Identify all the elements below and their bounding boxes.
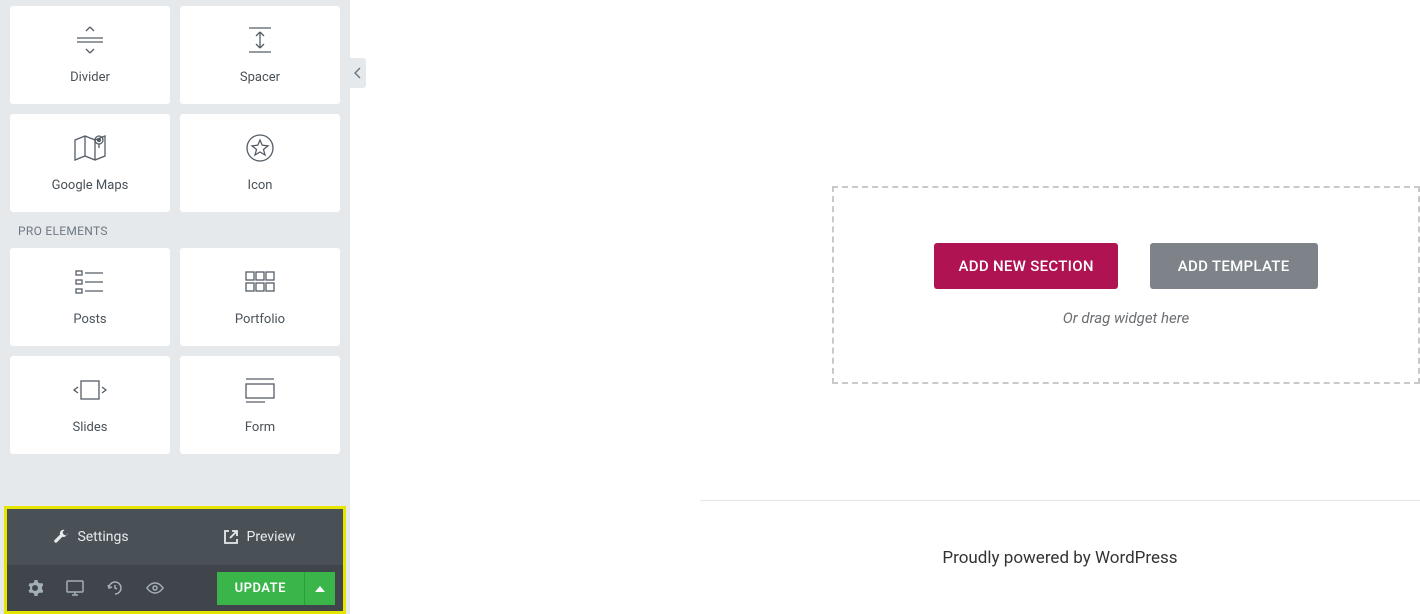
preview-changes-button[interactable]	[135, 582, 175, 594]
elements-sidebar: Divider Spacer	[0, 0, 350, 614]
widget-google-maps[interactable]: Google Maps	[10, 114, 170, 212]
preview-button[interactable]: Preview	[175, 509, 343, 565]
drag-hint-text: Or drag widget here	[1063, 309, 1189, 327]
footer-credit: Proudly powered by WordPress	[700, 548, 1420, 568]
desktop-icon	[66, 580, 84, 596]
eye-icon	[146, 582, 164, 594]
add-new-section-button[interactable]: ADD NEW SECTION	[934, 243, 1117, 289]
spacer-icon	[245, 26, 275, 54]
update-options-button[interactable]	[304, 572, 335, 605]
caret-up-icon	[315, 586, 325, 592]
preview-label: Preview	[247, 529, 296, 545]
widget-divider[interactable]: Divider	[10, 6, 170, 104]
pro-elements-heading: PRO ELEMENTS	[10, 212, 340, 248]
footer-divider	[700, 500, 1420, 501]
new-section-dropzone[interactable]: ADD NEW SECTION ADD TEMPLATE Or drag wid…	[832, 186, 1420, 384]
settings-label: Settings	[77, 529, 128, 545]
widget-portfolio[interactable]: Portfolio	[180, 248, 340, 346]
widget-slides[interactable]: Slides	[10, 356, 170, 454]
wrench-icon	[53, 529, 69, 545]
external-link-icon	[223, 529, 239, 545]
slides-icon	[73, 376, 107, 404]
widget-label: Google Maps	[52, 178, 129, 193]
settings-button[interactable]: Settings	[7, 509, 175, 565]
preview-canvas: ADD NEW SECTION ADD TEMPLATE Or drag wid…	[350, 0, 1420, 614]
page-settings-button[interactable]	[15, 580, 55, 596]
portfolio-icon	[245, 268, 275, 296]
widget-posts[interactable]: Posts	[10, 248, 170, 346]
add-template-button[interactable]: ADD TEMPLATE	[1150, 243, 1318, 289]
divider-icon	[75, 26, 105, 54]
star-icon	[245, 134, 275, 162]
gear-icon	[27, 580, 43, 596]
widget-label: Slides	[73, 420, 108, 435]
responsive-mode-button[interactable]	[55, 580, 95, 596]
widget-spacer[interactable]: Spacer	[180, 6, 340, 104]
widget-label: Divider	[70, 70, 110, 85]
posts-icon	[75, 268, 105, 296]
widget-label: Form	[245, 420, 275, 435]
form-icon	[245, 376, 275, 404]
widget-label: Portfolio	[235, 312, 285, 327]
widget-label: Posts	[73, 312, 106, 327]
widget-icon[interactable]: Icon	[180, 114, 340, 212]
map-icon	[73, 134, 107, 162]
history-icon	[107, 580, 123, 596]
widget-label: Spacer	[240, 70, 280, 85]
update-button[interactable]: UPDATE	[217, 572, 304, 605]
history-button[interactable]	[95, 580, 135, 596]
widget-form[interactable]: Form	[180, 356, 340, 454]
widget-label: Icon	[248, 178, 273, 193]
panel-actions-highlight: Settings Preview	[4, 506, 346, 614]
